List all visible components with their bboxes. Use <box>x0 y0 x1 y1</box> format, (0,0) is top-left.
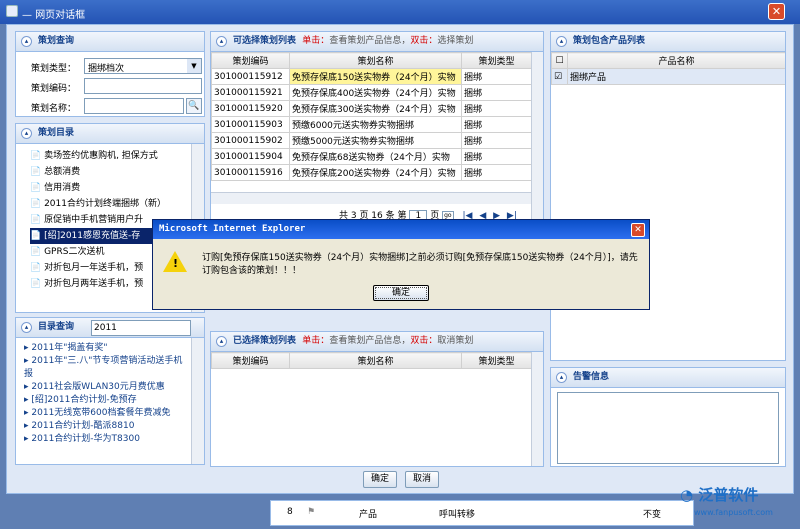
table-row[interactable]: ☑ 捆绑产品 <box>551 68 785 85</box>
collapse-icon: ▴ <box>21 322 32 333</box>
optional-list-header[interactable]: ▴ 可选择策划列表 单击：查看策划产品信息，双击：选择策划 <box>211 32 543 52</box>
column-header[interactable]: 策划名称 <box>289 352 462 369</box>
table-row[interactable]: 301000115904 免预存保底68送实物券（24个月）实物 捆绑 <box>211 148 532 165</box>
name-input[interactable] <box>84 98 184 114</box>
collapse-icon: ▴ <box>21 128 32 139</box>
column-header[interactable]: 策划类型 <box>461 52 532 69</box>
vertical-scrollbar[interactable] <box>191 338 204 464</box>
selected-table: 策划编码 策划名称 策划类型 <box>211 352 532 369</box>
collapse-icon: ▴ <box>21 36 32 47</box>
collapse-icon: ▴ <box>556 372 567 383</box>
alert-message: 订购[免预存保底150送实物券（24个月）实物捆绑]之前必须订购[免预存保底15… <box>202 253 638 276</box>
selected-list-panel: ▴ 已选择策划列表 单击：查看策划产品信息，双击：取消策划 策划编码 策划名称 策划类… <box>210 331 544 467</box>
close-icon[interactable]: ✕ <box>631 223 645 237</box>
result-link[interactable]: ▸ 2011无线宽带600档套餐年费减免 <box>24 407 189 420</box>
directory-panel-header[interactable]: ▴ 策划目录 <box>16 124 204 144</box>
flag-icon: ⚑ <box>307 507 316 517</box>
row-checkbox[interactable]: ☑ <box>551 68 568 85</box>
search-icon[interactable]: 🔍 <box>186 98 202 114</box>
column-header[interactable]: 策划名称 <box>289 52 462 69</box>
search-panel-header[interactable]: ▴ 策划查询 <box>16 32 204 52</box>
name-label: 策划名称： <box>31 104 77 114</box>
tree-item[interactable]: 📄 总额消费 <box>30 164 188 180</box>
table-row[interactable]: 301000115921 免预存保底400送实物券（24个月）实物 捆绑 <box>211 84 532 101</box>
tree-item[interactable]: 📄 信用消费 <box>30 180 188 196</box>
result-link[interactable]: ▸ [绍]2011合约计划-免预存 <box>24 394 189 407</box>
table-row[interactable]: 301000115902 预缴5000元送实物券实物捆绑 捆绑 <box>211 132 532 149</box>
dialog-title: — 网页对话框 <box>22 10 86 21</box>
result-link[interactable]: ▸ 2011年"揭盖有奖" <box>24 342 189 355</box>
collapse-icon: ▴ <box>556 36 567 47</box>
cancel-button[interactable]: 取消 <box>405 471 439 488</box>
result-link[interactable]: ▸ 2011社会版WLAN30元月费优惠 <box>24 381 189 394</box>
dialog-titlebar: — 网页对话框 ✕ <box>0 0 800 24</box>
table-row[interactable]: 301000115916 免预存保底200送实物券（24个月）实物 捆绑 <box>211 164 532 181</box>
watermark-url: www.fanpusoft.com <box>694 508 773 517</box>
chevron-down-icon: ▼ <box>187 59 201 73</box>
vertical-scrollbar[interactable] <box>531 52 543 222</box>
collapse-icon: ▴ <box>216 336 227 347</box>
products-panel: ▴ 策划包含产品列表 ☐ 产品名称 ☑ 捆绑产品 <box>550 31 786 361</box>
alert-titlebar: Microsoft Internet Explorer <box>153 220 649 239</box>
logo-icon: ◔ <box>680 486 694 504</box>
watermark-logo: ◔ 泛普软件 <box>680 486 759 504</box>
code-input[interactable] <box>84 78 202 94</box>
tree-item[interactable]: 📄 2011合约计划终端捆绑（新） <box>30 196 188 212</box>
search-panel: ▴ 策划查询 策划类型： 捆绑档次 ▼ 策划编码： 策划名称： 🔍 <box>15 31 205 117</box>
alert-ok-button[interactable]: 确定 <box>373 285 429 301</box>
type-select[interactable]: 捆绑档次 ▼ <box>84 58 202 74</box>
type-label: 策划类型： <box>31 64 77 74</box>
window-icon <box>6 5 18 17</box>
optional-table: 策划编码 策划名称 策划类型 301000115912 免预存保底150送实物券（24… <box>211 52 532 181</box>
result-link[interactable]: ▸ 2011合约计划-华为T8300 <box>24 433 189 446</box>
vertical-scrollbar[interactable] <box>531 352 543 466</box>
optional-list-panel: ▴ 可选择策划列表 单击：查看策划产品信息，双击：选择策划 策划编码 策划名称 策划类… <box>210 31 544 223</box>
alarm-panel: ▴ 告警信息 <box>550 367 786 467</box>
select-all-checkbox[interactable]: ☐ <box>551 52 568 69</box>
dir-search-results: ▸ 2011年"揭盖有奖" ▸ 2011年"三.八"节专项营销活动送手机报 ▸ … <box>24 342 189 446</box>
table-row[interactable]: 301000115920 免预存保底300送实物券（24个月）实物 捆绑 <box>211 100 532 117</box>
column-header[interactable]: 策划类型 <box>461 352 532 369</box>
alert-dialog: Microsoft Internet Explorer ✕ ! 订购[免预存保底… <box>152 219 650 310</box>
alarm-textarea[interactable] <box>557 392 779 464</box>
collapse-icon: ▴ <box>216 36 227 47</box>
dir-search-panel: ▴ 目录查询 2011 ▸ 2011年"揭盖有奖" ▸ 2011年"三.八"节专项… <box>15 317 205 465</box>
selected-list-header[interactable]: ▴ 已选择策划列表 单击：查看策划产品信息，双击：取消策划 <box>211 332 543 352</box>
result-link[interactable]: ▸ 2011合约计划-酷派8810 <box>24 420 189 433</box>
close-icon[interactable]: ✕ <box>768 3 785 20</box>
table-row[interactable]: 301000115903 预缴6000元送实物券实物捆绑 捆绑 <box>211 116 532 133</box>
column-header[interactable]: 产品名称 <box>567 52 785 69</box>
background-grid: 8 ⚑ 产品 呼叫转移 不变 <box>270 500 694 526</box>
result-link[interactable]: ▸ 2011年"三.八"节专项营销活动送手机报 <box>24 355 189 381</box>
dir-search-input[interactable]: 2011 <box>91 320 191 336</box>
row-number: 8 <box>287 507 293 517</box>
horizontal-scrollbar[interactable] <box>211 192 531 204</box>
column-header[interactable]: 策划编码 <box>211 52 290 69</box>
alarm-header[interactable]: ▴ 告警信息 <box>551 368 785 388</box>
code-label: 策划编码： <box>31 84 77 94</box>
tree-item[interactable]: 📄 卖场签约优惠购机, 担保方式 <box>30 148 188 164</box>
column-header[interactable]: 策划编码 <box>211 352 290 369</box>
products-header[interactable]: ▴ 策划包含产品列表 <box>551 32 785 52</box>
table-row[interactable]: 301000115912 免预存保底150送实物券（24个月）实物 捆绑 <box>211 68 532 85</box>
ok-button[interactable]: 确定 <box>363 471 397 488</box>
products-table: ☐ 产品名称 ☑ 捆绑产品 <box>551 52 785 85</box>
